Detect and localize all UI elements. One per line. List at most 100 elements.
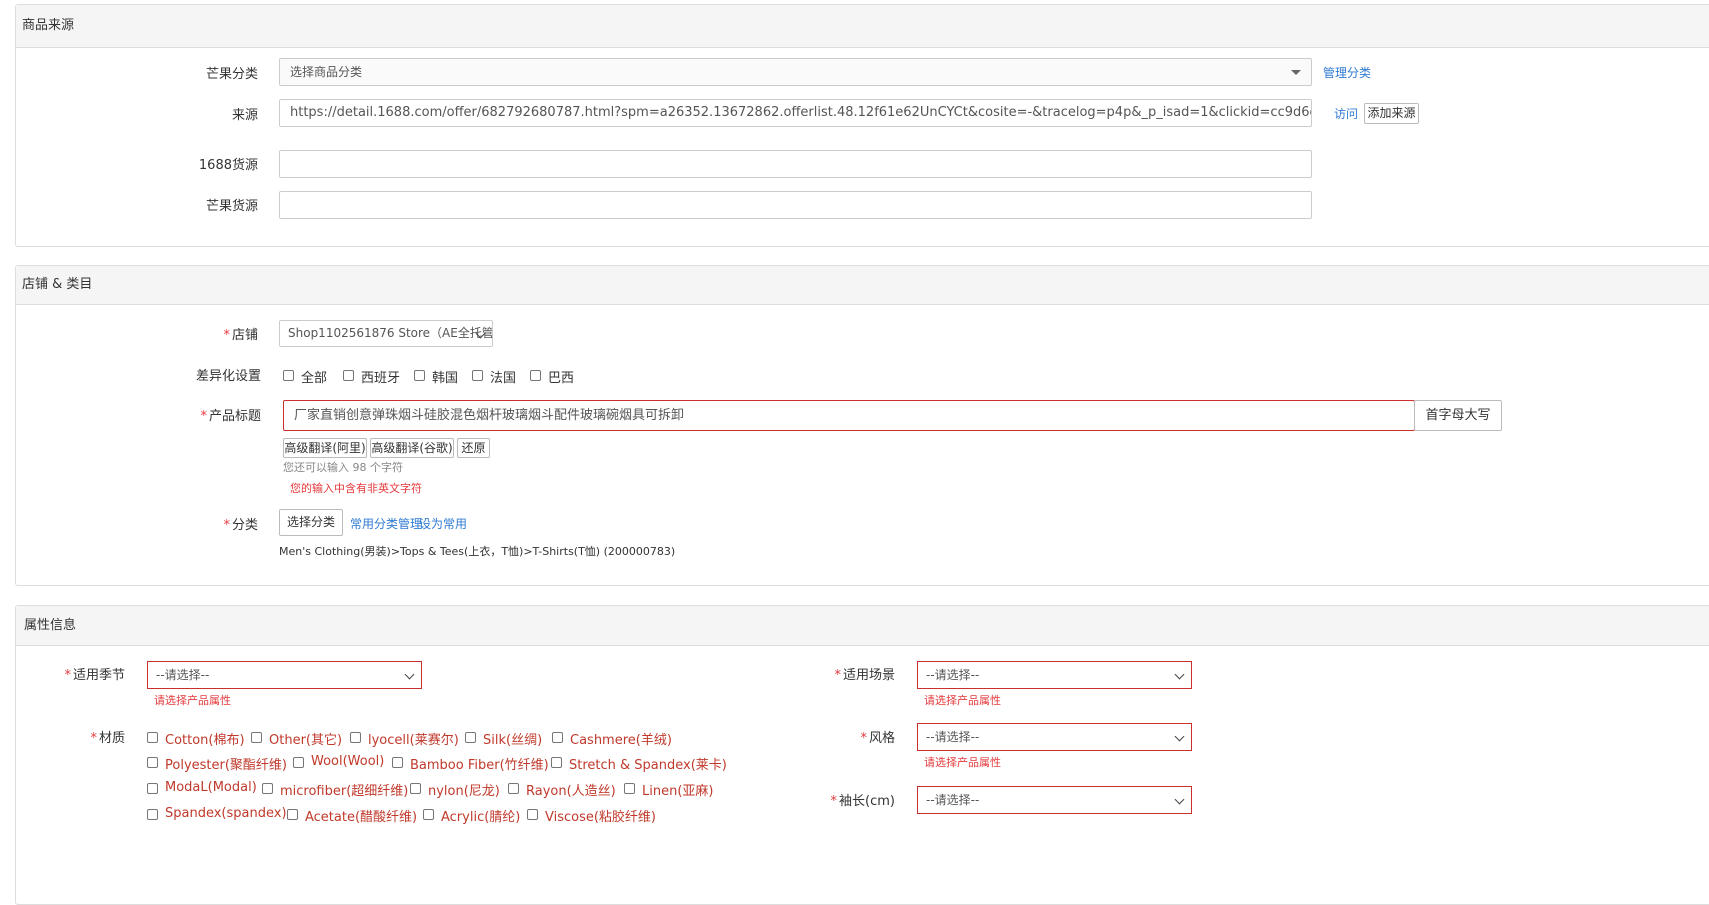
material-option: Acrylic(腈纶) bbox=[441, 810, 521, 825]
chevron-down-icon bbox=[1174, 669, 1185, 680]
material-checkbox[interactable] bbox=[392, 757, 403, 768]
material-option: Bamboo Fiber(竹纤维) bbox=[410, 758, 549, 773]
material-option: Silk(丝绸) bbox=[483, 733, 543, 748]
scene-select[interactable]: --请选择-- bbox=[917, 661, 1192, 689]
translate-ali-button[interactable]: 高级翻译(阿里) bbox=[283, 438, 367, 458]
material-checkbox[interactable] bbox=[251, 732, 262, 743]
material-checkbox[interactable] bbox=[147, 809, 158, 820]
material-option: ModaL(Modal) bbox=[165, 780, 257, 795]
material-checkbox[interactable] bbox=[147, 732, 158, 743]
material-option: nylon(尼龙) bbox=[428, 784, 500, 799]
material-checkbox[interactable] bbox=[350, 732, 361, 743]
remaining-chars: 您还可以输入 98 个字符 bbox=[283, 461, 403, 474]
chevron-down-icon bbox=[1174, 794, 1185, 805]
category-path: Men's Clothing(男装)>Tops & Tees(上衣，T恤)>T-… bbox=[279, 545, 676, 558]
sleeve-label: * 袖长(cm) bbox=[810, 790, 895, 809]
material-option: Spandex(spandex) bbox=[165, 806, 287, 821]
material-checkbox[interactable] bbox=[293, 757, 304, 768]
common-category-manage-link[interactable]: 常用分类管理 bbox=[350, 515, 422, 532]
source-panel-title: 商品来源 bbox=[16, 5, 1709, 48]
category-label: * 分类 bbox=[170, 514, 258, 533]
set-common-link[interactable]: 设为常用 bbox=[419, 515, 467, 532]
attr-panel-title: 属性信息 bbox=[16, 606, 1709, 646]
material-checkbox[interactable] bbox=[147, 783, 158, 794]
scene-label: * 适用场景 bbox=[810, 664, 895, 683]
shop-select[interactable]: Shop1102561876 Store（AE全托管） bbox=[279, 320, 493, 347]
scene-label-text: 适用场景 bbox=[842, 668, 895, 683]
season-error: 请选择产品属性 bbox=[154, 694, 231, 707]
capitalize-button[interactable]: 首字母大写 bbox=[1414, 400, 1502, 431]
style-label-text: 风格 bbox=[868, 731, 895, 746]
caret-down-icon bbox=[1291, 70, 1301, 75]
style-value: --请选择-- bbox=[926, 730, 980, 744]
chevron-down-icon bbox=[404, 669, 415, 680]
material-option: Cashmere(羊绒) bbox=[570, 733, 672, 748]
visit-link[interactable]: 访问 bbox=[1334, 105, 1358, 122]
source-1688-label: 1688货源 bbox=[198, 158, 258, 173]
material-checkbox[interactable] bbox=[527, 809, 538, 820]
source-label: 来源 bbox=[231, 108, 258, 123]
category-label-text: 分类 bbox=[231, 518, 258, 533]
material-option: Other(其它) bbox=[269, 733, 343, 748]
required-mark: * bbox=[223, 328, 230, 343]
sleeve-label-text: 袖长(cm) bbox=[839, 794, 895, 809]
diff-korea-checkbox[interactable] bbox=[414, 370, 425, 381]
mango-category-select[interactable]: 选择商品分类 bbox=[279, 58, 1312, 86]
diff-france-checkbox[interactable] bbox=[472, 370, 483, 381]
product-title-input[interactable]: 厂家直销创意弹珠烟斗硅胶混色烟杆玻璃烟斗配件玻璃碗烟具可拆卸 bbox=[283, 400, 1415, 431]
source-url-input[interactable]: https://detail.1688.com/offer/6827926807… bbox=[279, 99, 1312, 127]
material-option: microfiber(超细纤维) bbox=[280, 784, 409, 799]
sleeve-select[interactable]: --请选择-- bbox=[917, 786, 1192, 814]
diff-brazil-checkbox[interactable] bbox=[530, 370, 541, 381]
season-label: * 适用季节 bbox=[40, 664, 125, 683]
material-checkbox[interactable] bbox=[423, 809, 434, 820]
mango-source-input[interactable] bbox=[279, 191, 1312, 219]
mango-source-label: 芒果货源 bbox=[205, 199, 258, 214]
style-label: * 风格 bbox=[810, 727, 895, 746]
material-option: Linen(亚麻) bbox=[642, 784, 714, 799]
material-label: * 材质 bbox=[40, 727, 125, 746]
season-label-text: 适用季节 bbox=[72, 668, 125, 683]
product-title-label: * 产品标题 bbox=[170, 405, 261, 424]
mango-category-label: 芒果分类 bbox=[205, 67, 258, 82]
material-checkbox[interactable] bbox=[552, 732, 563, 743]
material-checkbox[interactable] bbox=[465, 732, 476, 743]
diff-brazil-label: 巴西 bbox=[548, 371, 575, 386]
required-mark: * bbox=[200, 409, 207, 424]
material-option: lyocell(莱赛尔) bbox=[368, 733, 459, 748]
shop-label-text: 店铺 bbox=[231, 328, 258, 343]
season-value: --请选择-- bbox=[156, 668, 210, 682]
material-option: Stretch & Spandex(莱卡) bbox=[569, 758, 727, 773]
scene-value: --请选择-- bbox=[926, 668, 980, 682]
shop-panel-title: 店铺 & 类目 bbox=[16, 266, 1709, 305]
source-1688-input[interactable] bbox=[279, 150, 1312, 178]
style-error: 请选择产品属性 bbox=[924, 756, 1001, 769]
material-option: Polyester(聚酯纤维) bbox=[165, 758, 287, 773]
mango-category-value: 选择商品分类 bbox=[290, 65, 363, 79]
diff-spain-checkbox[interactable] bbox=[343, 370, 354, 381]
material-checkbox[interactable] bbox=[287, 809, 298, 820]
material-option: Viscose(粘胶纤维) bbox=[545, 810, 657, 825]
required-mark: * bbox=[860, 731, 867, 746]
material-option: Acetate(醋酸纤维) bbox=[305, 810, 418, 825]
season-select[interactable]: --请选择-- bbox=[147, 661, 422, 689]
scene-error: 请选择产品属性 bbox=[924, 694, 1001, 707]
title-error: 您的输入中含有非英文字符 bbox=[290, 482, 422, 495]
manage-category-link[interactable]: 管理分类 bbox=[1323, 64, 1371, 81]
material-checkbox[interactable] bbox=[508, 783, 519, 794]
diff-all-checkbox[interactable] bbox=[283, 370, 294, 381]
required-mark: * bbox=[834, 668, 841, 683]
restore-button[interactable]: 还原 bbox=[457, 438, 490, 458]
diff-spain-label: 西班牙 bbox=[361, 371, 401, 386]
select-category-button[interactable]: 选择分类 bbox=[279, 509, 343, 536]
material-checkbox[interactable] bbox=[410, 783, 421, 794]
diff-korea-label: 韩国 bbox=[432, 371, 459, 386]
add-source-button[interactable]: 添加来源 bbox=[1364, 103, 1419, 124]
material-checkbox[interactable] bbox=[262, 783, 273, 794]
material-checkbox[interactable] bbox=[624, 783, 635, 794]
required-mark: * bbox=[830, 794, 838, 809]
material-checkbox[interactable] bbox=[147, 757, 158, 768]
material-checkbox[interactable] bbox=[551, 757, 562, 768]
style-select[interactable]: --请选择-- bbox=[917, 723, 1192, 751]
translate-google-button[interactable]: 高级翻译(谷歌) bbox=[370, 438, 454, 458]
